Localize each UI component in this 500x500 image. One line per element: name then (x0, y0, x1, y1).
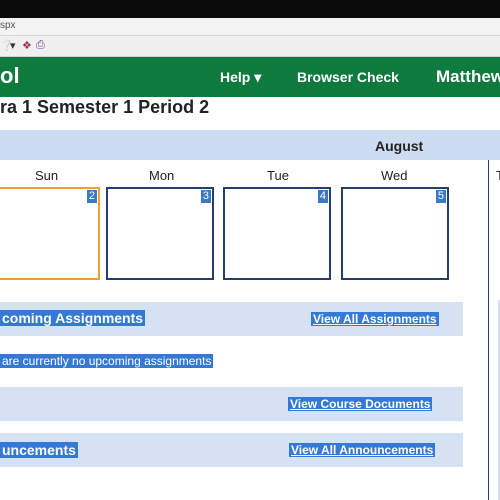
calendar-day-cell[interactable]: 4 (223, 187, 331, 280)
print-icon[interactable]: ⎙ (36, 39, 45, 52)
window-top-bar (0, 0, 500, 18)
day-number: 5 (435, 190, 446, 203)
day-name-tue: Tue (267, 168, 289, 183)
day-name-thu: T (496, 168, 500, 183)
calendar-day-cell[interactable]: 2 (0, 187, 100, 280)
research-icon[interactable]: ❖ (22, 39, 32, 52)
browser-toolbar: ❔ ▾ ❖ ⎙ (0, 36, 500, 57)
view-course-documents-link[interactable]: View Course Documents (288, 397, 433, 411)
assignments-title: coming Assignments (0, 310, 146, 326)
calendar-month: August (375, 138, 424, 154)
site-navbar: ol Help ▾ Browser Check Matthew (0, 57, 500, 97)
assignments-header: coming Assignments View All Assignments (0, 302, 463, 336)
day-number: 4 (317, 190, 328, 203)
dropdown-arrow-icon[interactable]: ▾ (10, 39, 16, 52)
calendar-day-cell[interactable]: 5 (341, 187, 449, 280)
day-number: 2 (86, 190, 97, 203)
no-assignments-message: are currently no upcoming assignments (0, 354, 214, 368)
address-text: spx (0, 20, 16, 31)
day-name-sun: Sun (35, 168, 59, 183)
user-menu[interactable]: Matthew (436, 67, 500, 87)
page-title: ra 1 Semester 1 Period 2 (0, 97, 210, 117)
view-all-announcements-link[interactable]: View All Announcements (289, 443, 436, 457)
calendar-day-cell[interactable]: 3 (106, 187, 214, 280)
announcements-header: uncements View All Announcements (0, 433, 463, 467)
announcements-title: uncements (0, 442, 78, 458)
browser-check-link[interactable]: Browser Check (297, 69, 399, 85)
address-bar[interactable]: spx (0, 18, 500, 36)
day-name-mon: Mon (149, 168, 175, 183)
day-number: 3 (200, 190, 211, 203)
calendar-edge-line (488, 160, 489, 500)
documents-header: View Course Documents (0, 387, 463, 421)
view-all-assignments-link[interactable]: View All Assignments (311, 312, 439, 326)
calendar-month-bar: August (0, 130, 500, 160)
help-menu[interactable]: Help ▾ (220, 69, 261, 86)
site-logo[interactable]: ol (0, 63, 20, 89)
day-name-wed: Wed (381, 168, 408, 183)
